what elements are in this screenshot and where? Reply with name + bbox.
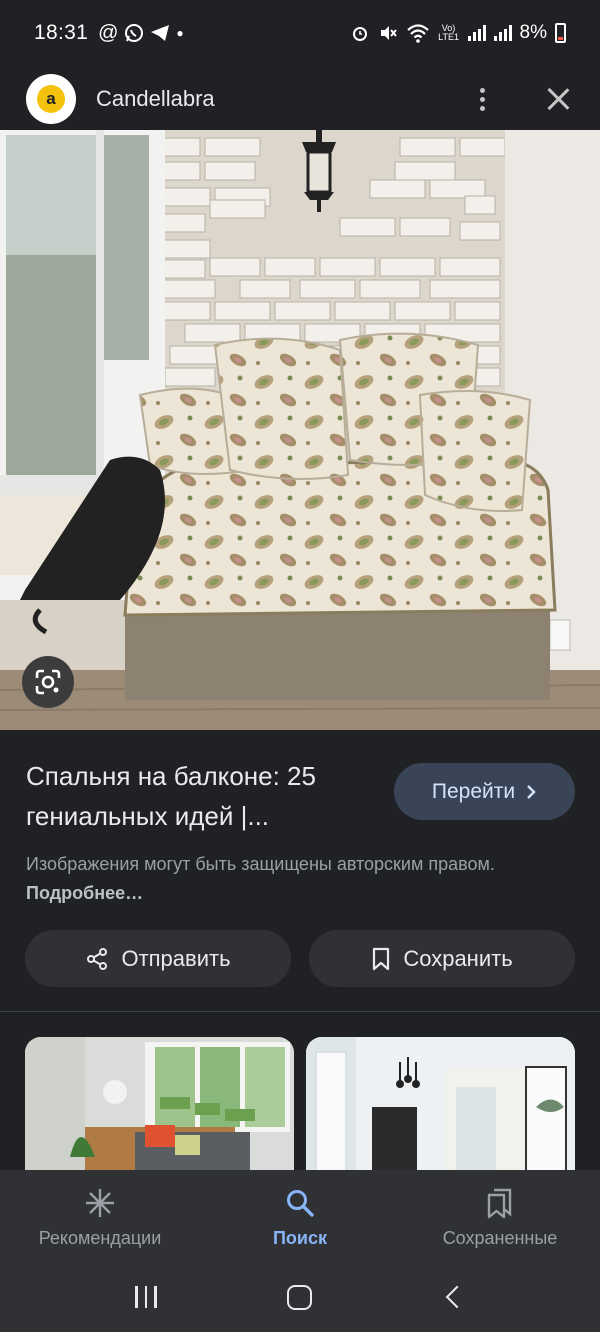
back-icon[interactable] xyxy=(445,1285,469,1309)
battery-icon xyxy=(555,23,566,43)
status-bar: 18:31 @ ● Vo) LTE1 8% xyxy=(0,0,600,66)
share-label: Отправить xyxy=(121,945,231,971)
system-navigation-bar xyxy=(0,1262,600,1332)
network-label: Vo) LTE1 xyxy=(438,23,459,42)
search-icon xyxy=(287,1190,314,1217)
related-image-1[interactable] xyxy=(25,1037,294,1172)
save-button[interactable]: Сохранить xyxy=(309,930,575,987)
dot-icon: ● xyxy=(176,26,184,40)
divider xyxy=(0,1011,600,1012)
alarm-icon xyxy=(352,27,367,41)
result-title[interactable]: Спальня на балконе: 25 гениальных идей |… xyxy=(26,756,376,836)
copyright-text: Изображения могут быть защищены авторски… xyxy=(26,854,495,874)
notification-icons: @ ● xyxy=(98,22,184,45)
header: a Candellabra xyxy=(0,66,600,132)
lens-search-button[interactable] xyxy=(22,656,74,708)
learn-more-link[interactable]: Подробнее… xyxy=(26,883,143,903)
saved-collections-icon xyxy=(487,1188,512,1219)
wifi-icon xyxy=(406,24,429,43)
balcony-thumbnail-1 xyxy=(25,1037,294,1172)
status-time: 18:31 xyxy=(34,21,89,44)
whatsapp-icon xyxy=(125,24,144,42)
main-image[interactable] xyxy=(0,130,600,730)
share-icon xyxy=(87,947,108,970)
mute-icon xyxy=(380,26,397,40)
battery-percent: 8% xyxy=(519,22,547,43)
copyright-notice: Изображения могут быть защищены авторски… xyxy=(26,850,566,908)
site-name[interactable]: Candellabra xyxy=(96,86,215,112)
related-image-2[interactable] xyxy=(306,1037,575,1172)
telegram-icon xyxy=(151,25,170,41)
bookmark-icon xyxy=(373,947,390,970)
share-button[interactable]: Отправить xyxy=(25,930,291,987)
nav-recommendations-label: Рекомендации xyxy=(38,1228,162,1248)
nav-recommendations[interactable]: Рекомендации xyxy=(0,1170,200,1262)
at-sign-icon: @ xyxy=(98,21,119,44)
logo-letter: a xyxy=(37,85,65,113)
sparkle-icon xyxy=(86,1189,114,1217)
nav-search-label: Поиск xyxy=(272,1228,328,1248)
chevron-right-icon xyxy=(527,784,536,799)
save-label: Сохранить xyxy=(403,945,513,971)
signal-1-icon xyxy=(467,25,486,41)
balcony-thumbnail-2 xyxy=(306,1037,575,1172)
nav-saved-label: Сохраненные xyxy=(442,1228,558,1248)
nav-saved[interactable]: Сохраненные xyxy=(400,1170,600,1262)
nav-search[interactable]: Поиск xyxy=(200,1170,400,1262)
lens-icon xyxy=(35,669,61,695)
signal-2-icon xyxy=(493,25,512,41)
visit-button[interactable]: Перейти xyxy=(394,763,575,820)
recent-apps-icon[interactable] xyxy=(135,1286,157,1308)
status-right: Vo) LTE1 8% xyxy=(350,22,566,44)
balcony-sofa-image xyxy=(0,130,600,730)
visit-button-label: Перейти xyxy=(431,779,516,803)
close-icon[interactable] xyxy=(544,85,572,113)
more-options-icon[interactable] xyxy=(470,84,494,114)
bottom-navigation: Рекомендации Поиск Сохраненные xyxy=(0,1170,600,1262)
site-logo[interactable]: a xyxy=(26,74,76,124)
home-icon[interactable] xyxy=(287,1284,313,1310)
